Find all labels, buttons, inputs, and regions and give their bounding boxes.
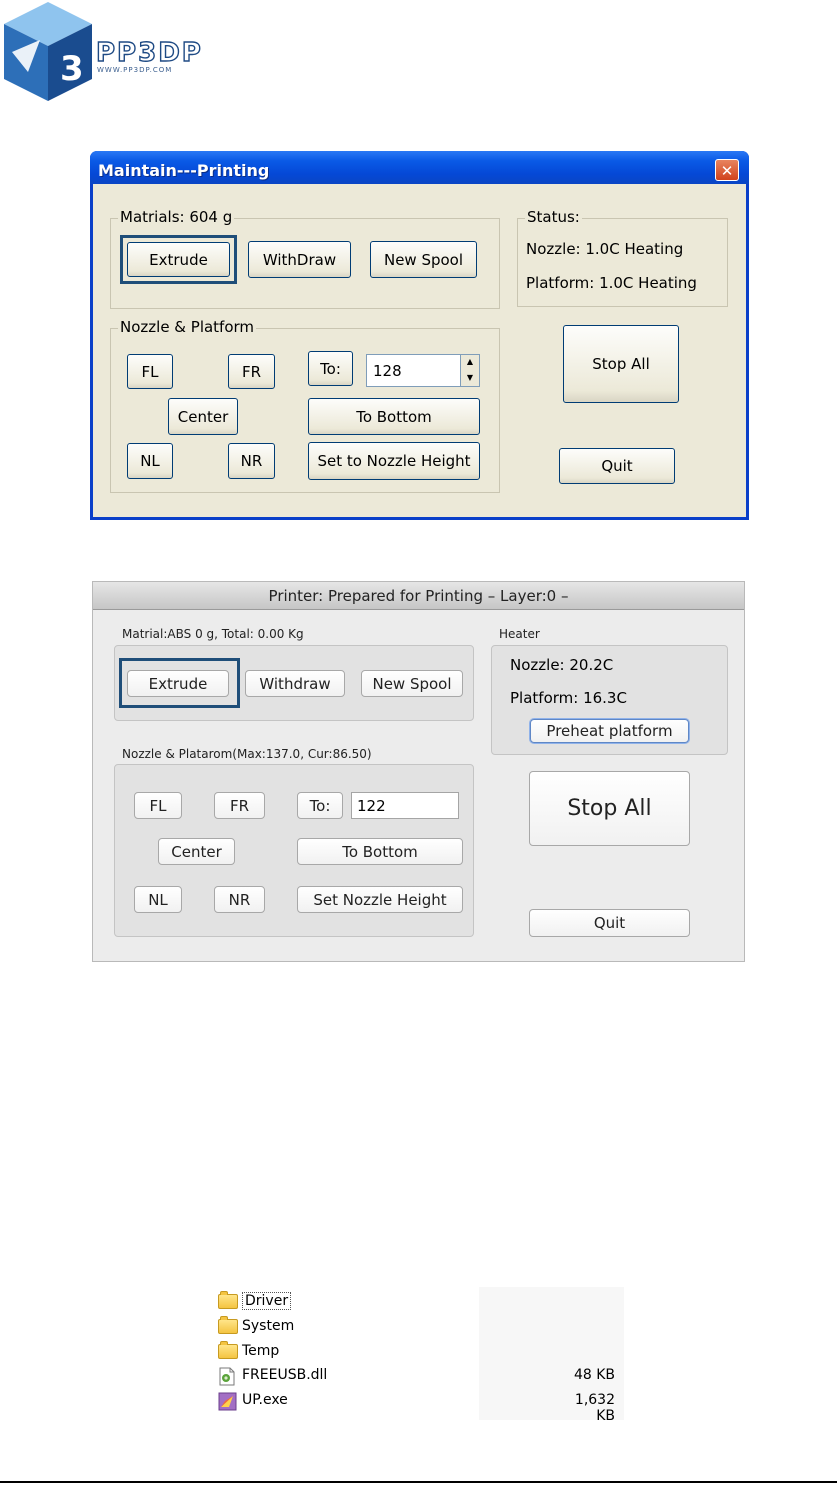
preheat-platform-button[interactable]: Preheat platform <box>530 719 689 743</box>
file-name: Driver <box>242 1292 292 1310</box>
withdraw-button[interactable]: Withdraw <box>245 670 345 697</box>
to-height-value: 128 <box>373 361 402 380</box>
list-item[interactable]: Temp <box>218 1341 618 1365</box>
stop-all-button[interactable]: Stop All <box>529 771 690 846</box>
fl-button[interactable]: FL <box>134 792 182 819</box>
new-spool-button[interactable]: New Spool <box>370 241 477 278</box>
file-name: Temp <box>242 1343 280 1359</box>
list-item[interactable]: FREEUSB.dll 48 KB <box>218 1365 618 1389</box>
list-item[interactable]: System <box>218 1316 618 1340</box>
to-bottom-button[interactable]: To Bottom <box>297 838 463 865</box>
stop-all-button[interactable]: Stop All <box>563 325 679 403</box>
materials-label: Matrials: 604 g <box>118 208 235 226</box>
window-titlebar[interactable]: Printer: Prepared for Printing – Layer:0… <box>93 582 744 610</box>
height-spinner[interactable]: ▲ ▼ <box>460 355 479 386</box>
spin-up-icon[interactable]: ▲ <box>461 355 479 371</box>
to-height-value: 122 <box>357 796 386 815</box>
dll-file-icon <box>218 1367 238 1386</box>
svg-text:3: 3 <box>60 49 84 89</box>
fr-button[interactable]: FR <box>214 792 265 819</box>
file-name: FREEUSB.dll <box>242 1367 328 1383</box>
logo-wordmark: PP3DP <box>95 37 203 68</box>
close-icon[interactable]: ✕ <box>715 159 739 181</box>
to-bottom-button[interactable]: To Bottom <box>308 398 480 435</box>
list-item[interactable]: UP.exe 1,632 KB <box>218 1390 618 1424</box>
nl-button[interactable]: NL <box>134 886 182 913</box>
window-client-area: Matrials: 604 g Extrude WithDraw New Spo… <box>93 184 746 517</box>
window-titlebar[interactable]: Maintain---Printing ✕ <box>90 151 749 184</box>
exe-file-icon <box>218 1392 238 1411</box>
file-name: UP.exe <box>242 1392 288 1408</box>
set-nozzle-height-button[interactable]: Set Nozzle Height <box>297 886 463 913</box>
file-name: System <box>242 1318 295 1334</box>
folder-icon <box>218 1316 238 1334</box>
nozzle-platform-label: Nozzle & Platarom(Max:137.0, Cur:86.50) <box>122 747 372 761</box>
folder-icon <box>218 1341 238 1359</box>
nr-button[interactable]: NR <box>214 886 265 913</box>
extrude-button[interactable]: Extrude <box>127 242 230 277</box>
status-group <box>517 218 728 307</box>
list-item[interactable]: Driver <box>218 1291 618 1315</box>
platform-temperature: Platform: 16.3C <box>510 689 627 707</box>
quit-button[interactable]: Quit <box>529 909 690 937</box>
spin-down-icon[interactable]: ▼ <box>461 371 479 387</box>
extrude-button[interactable]: Extrude <box>127 670 229 697</box>
nl-button[interactable]: NL <box>127 443 173 479</box>
to-button[interactable]: To: <box>297 792 343 819</box>
set-nozzle-height-button[interactable]: Set to Nozzle Height <box>308 442 480 480</box>
file-list: Driver System Temp FREEUSB.dll 48 KB UP.… <box>213 1287 624 1424</box>
withdraw-button[interactable]: WithDraw <box>248 241 351 278</box>
window-title: Maintain---Printing <box>98 161 270 180</box>
fl-button[interactable]: FL <box>127 354 173 389</box>
nozzle-status: Nozzle: 1.0C Heating <box>526 240 684 258</box>
printer-status-window: Printer: Prepared for Printing – Layer:0… <box>92 581 745 962</box>
to-button[interactable]: To: <box>308 351 353 386</box>
material-label: Matrial:ABS 0 g, Total: 0.00 Kg <box>122 627 304 641</box>
nozzle-platform-label: Nozzle & Platform <box>118 318 257 336</box>
page-footer-rule <box>0 1481 837 1483</box>
file-size: 48 KB <box>573 1367 615 1383</box>
heater-label: Heater <box>499 627 540 641</box>
nr-button[interactable]: NR <box>228 443 275 479</box>
center-button[interactable]: Center <box>168 398 238 435</box>
status-label: Status: <box>525 208 582 226</box>
nozzle-temperature: Nozzle: 20.2C <box>510 656 614 674</box>
file-size: 1,632 KB <box>574 1392 615 1424</box>
folder-icon <box>218 1291 238 1309</box>
maintain-printing-window: Maintain---Printing ✕ Matrials: 604 g Ex… <box>90 151 749 520</box>
logo-url: WWW.PP3DP.COM <box>97 66 173 74</box>
platform-status: Platform: 1.0C Heating <box>526 274 697 292</box>
fr-button[interactable]: FR <box>228 354 275 389</box>
pp3dp-logo-icon: 3 <box>2 0 94 103</box>
to-height-input[interactable]: 122 <box>351 792 459 819</box>
center-button[interactable]: Center <box>158 838 235 865</box>
quit-button[interactable]: Quit <box>559 448 675 484</box>
new-spool-button[interactable]: New Spool <box>361 670 463 697</box>
window-title: Printer: Prepared for Printing – Layer:0… <box>268 587 569 605</box>
